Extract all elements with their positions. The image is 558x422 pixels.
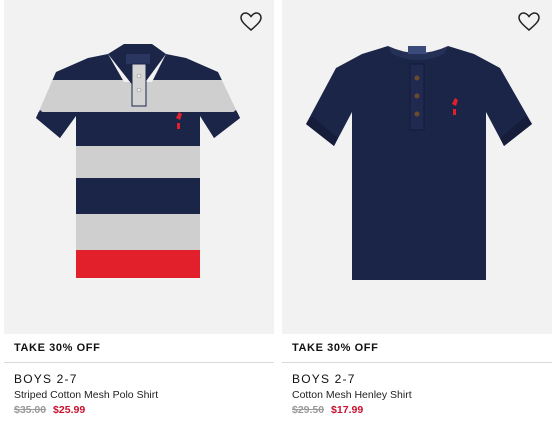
product-image[interactable] xyxy=(4,0,274,334)
promo-label: TAKE 30% OFF xyxy=(14,342,101,354)
product-image[interactable] xyxy=(282,0,552,334)
divider xyxy=(282,362,552,363)
product-title-link[interactable]: Cotton Mesh Henley Shirt xyxy=(292,389,412,401)
product-card[interactable]: TAKE 30% OFF BOYS 2-7 Cotton Mesh Henley… xyxy=(282,0,552,422)
divider xyxy=(4,362,274,363)
henley-shirt-image xyxy=(306,46,532,280)
price-group: $35.00 $25.99 xyxy=(14,404,85,416)
product-category: BOYS 2-7 xyxy=(14,372,78,386)
promo-label: TAKE 30% OFF xyxy=(292,342,379,354)
striped-polo-shirt-image xyxy=(36,44,240,278)
sale-price: $17.99 xyxy=(331,404,364,416)
sale-price: $25.99 xyxy=(53,404,86,416)
wishlist-heart-icon[interactable] xyxy=(518,12,540,32)
product-category: BOYS 2-7 xyxy=(292,372,356,386)
wishlist-heart-icon[interactable] xyxy=(240,12,262,32)
original-price: $35.00 xyxy=(14,404,47,416)
product-card[interactable]: TAKE 30% OFF BOYS 2-7 Striped Cotton Mes… xyxy=(4,0,274,422)
product-title-link[interactable]: Striped Cotton Mesh Polo Shirt xyxy=(14,389,158,401)
original-price: $29.50 xyxy=(292,404,325,416)
price-group: $29.50 $17.99 xyxy=(292,404,363,416)
